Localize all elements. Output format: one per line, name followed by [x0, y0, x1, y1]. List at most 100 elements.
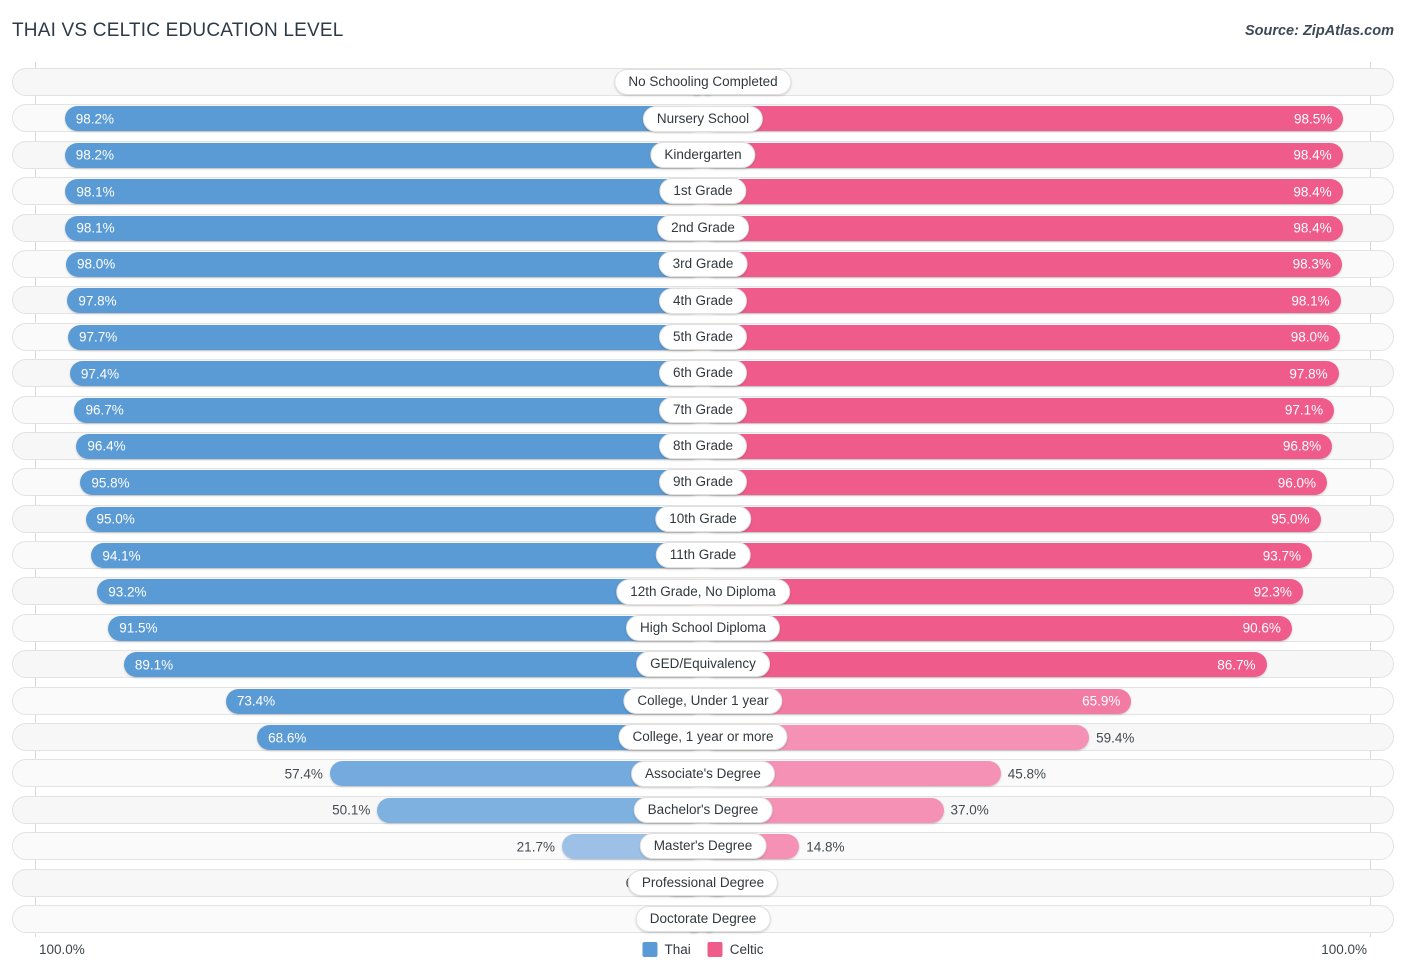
celtic-bar[interactable]: 90.6% — [703, 615, 1292, 641]
thai-bar[interactable]: 91.5% — [108, 615, 703, 641]
thai-bar-area: 73.4% — [53, 688, 703, 714]
thai-value-label: 50.1% — [332, 802, 371, 818]
thai-bar[interactable]: 95.8% — [80, 470, 703, 496]
thai-value-label: 96.7% — [85, 402, 124, 418]
thai-bar-area: 94.1% — [53, 543, 703, 569]
chart-plot-area: 1.8%1.6%No Schooling Completed 98.2% 98.5%… — [0, 62, 1406, 937]
celtic-value-label: 97.1% — [1284, 402, 1324, 418]
thai-bar[interactable]: 95.0% — [85, 506, 703, 532]
category-label: Doctorate Degree — [635, 906, 771, 933]
celtic-bar[interactable]: 98.5% — [703, 106, 1344, 132]
celtic-bar[interactable]: 96.0% — [703, 470, 1327, 496]
thai-bar-area: 21.7% — [53, 834, 703, 860]
celtic-bar[interactable]: 96.8% — [703, 433, 1333, 459]
celtic-bar-area: 98.3% — [703, 251, 1353, 277]
thai-bar-area: 57.4% — [53, 761, 703, 787]
chart-row: 50.1% 37.0% Bachelor's Degree — [0, 792, 1406, 828]
chart-page: THAI VS CELTIC EDUCATION LEVEL Source: Z… — [0, 0, 1406, 975]
chart-row: 98.2% 98.4% Kindergarten — [0, 137, 1406, 173]
category-label: Professional Degree — [627, 869, 779, 896]
celtic-bar-area: 98.4% — [703, 142, 1353, 168]
thai-bar[interactable]: 89.1% — [123, 652, 703, 678]
celtic-bar[interactable]: 86.7% — [703, 652, 1267, 678]
category-label: 1st Grade — [659, 178, 747, 205]
celtic-bar[interactable]: 98.3% — [703, 251, 1342, 277]
celtic-bar[interactable]: 95.0% — [703, 506, 1321, 532]
celtic-value-label: 86.7% — [1217, 657, 1256, 672]
celtic-bar[interactable]: 97.1% — [703, 397, 1335, 423]
category-label: 5th Grade — [658, 323, 748, 350]
chart-rows: 1.8%1.6%No Schooling Completed 98.2% 98.5%… — [0, 62, 1406, 937]
celtic-bar-area: 1.9% — [703, 906, 1353, 932]
celtic-value-label: 90.6% — [1242, 620, 1281, 636]
legend-swatch-icon — [642, 942, 658, 957]
legend-swatch-icon — [707, 942, 723, 957]
celtic-bar-area: 59.4% — [703, 725, 1353, 751]
celtic-value-label: 98.5% — [1293, 111, 1333, 127]
thai-bar[interactable]: 93.2% — [97, 579, 703, 605]
celtic-bar-area: 14.8% — [703, 834, 1353, 860]
celtic-bar[interactable]: 98.4% — [703, 215, 1343, 241]
category-label: 3rd Grade — [658, 251, 748, 278]
category-label: 9th Grade — [658, 469, 748, 496]
celtic-bar-area: 65.9% — [703, 688, 1353, 714]
celtic-value-label: 45.8% — [1007, 766, 1046, 782]
celtic-bar-area: 93.7% — [703, 543, 1353, 569]
axis-label-right: 100.0% — [1321, 942, 1367, 957]
celtic-bar[interactable]: 98.4% — [703, 142, 1343, 168]
chart-row: 97.7% 98.0% 5th Grade — [0, 319, 1406, 355]
thai-bar-area: 98.0% — [53, 251, 703, 277]
category-label: 2nd Grade — [657, 214, 749, 241]
celtic-value-label: 92.3% — [1253, 584, 1292, 600]
chart-footer: 100.0% 100.0% Thai Celtic — [0, 930, 1406, 975]
celtic-bar[interactable]: 93.7% — [703, 543, 1313, 569]
category-label: Bachelor's Degree — [633, 797, 773, 823]
category-label: 4th Grade — [658, 287, 748, 314]
thai-value-label: 89.1% — [134, 657, 174, 672]
celtic-value-label: 98.4% — [1293, 183, 1332, 199]
thai-bar-area: 97.7% — [53, 324, 703, 350]
thai-value-label: 98.1% — [76, 220, 115, 236]
celtic-bar[interactable]: 98.4% — [703, 179, 1343, 205]
thai-bar-area: 6.1% — [53, 870, 703, 896]
legend-item[interactable]: Thai — [642, 942, 691, 957]
legend-label: Thai — [664, 942, 691, 957]
category-label: 12th Grade, No Diploma — [616, 578, 790, 605]
legend-item[interactable]: Celtic — [707, 942, 764, 957]
thai-bar[interactable]: 98.2% — [64, 142, 703, 168]
celtic-bar[interactable]: 98.0% — [703, 324, 1340, 350]
thai-bar[interactable]: 96.7% — [74, 397, 703, 423]
celtic-bar[interactable]: 98.1% — [703, 288, 1341, 314]
celtic-bar[interactable]: 97.8% — [703, 361, 1339, 387]
celtic-bar[interactable]: 92.3% — [703, 579, 1303, 605]
thai-value-label: 93.2% — [108, 584, 147, 600]
thai-value-label: 91.5% — [119, 620, 158, 636]
celtic-value-label: 14.8% — [806, 838, 845, 854]
thai-value-label: 97.4% — [80, 365, 120, 381]
thai-value-label: 98.0% — [77, 256, 116, 272]
celtic-value-label: 96.8% — [1282, 438, 1322, 454]
thai-bar[interactable]: 96.4% — [76, 433, 703, 459]
category-label: Nursery School — [642, 105, 764, 132]
thai-bar-area: 96.7% — [53, 397, 703, 423]
thai-bar-area: 2.8% — [53, 906, 703, 932]
thai-value-label: 73.4% — [236, 693, 276, 709]
thai-bar[interactable]: 98.0% — [66, 251, 703, 277]
thai-value-label: 95.0% — [96, 511, 135, 527]
celtic-value-label: 98.0% — [1290, 329, 1329, 345]
thai-bar[interactable]: 97.8% — [67, 288, 703, 314]
celtic-value-label: 98.4% — [1293, 147, 1332, 163]
thai-bar[interactable]: 98.1% — [65, 215, 703, 241]
source-attribution: Source: ZipAtlas.com — [1244, 23, 1394, 39]
thai-bar[interactable]: 98.1% — [65, 179, 703, 205]
celtic-bar-area: 95.0% — [703, 506, 1353, 532]
category-label: Associate's Degree — [631, 760, 775, 787]
thai-bar-area: 98.1% — [53, 215, 703, 241]
thai-bar[interactable]: 97.7% — [67, 324, 703, 350]
thai-bar[interactable]: 97.4% — [69, 361, 703, 387]
thai-bar[interactable]: 94.1% — [91, 543, 703, 569]
thai-bar-area: 95.8% — [53, 470, 703, 496]
thai-bar[interactable]: 98.2% — [64, 106, 703, 132]
thai-bar-area: 95.0% — [53, 506, 703, 532]
category-label: College, 1 year or more — [618, 724, 788, 751]
